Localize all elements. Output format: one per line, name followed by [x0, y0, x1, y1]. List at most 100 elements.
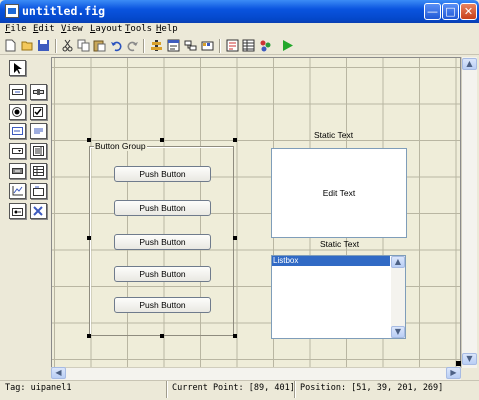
selection-handle[interactable] [233, 334, 237, 338]
undo-icon[interactable] [110, 39, 123, 52]
listbox-selected-item[interactable]: Listbox [272, 256, 390, 266]
menu-edit[interactable]: Edit [33, 24, 55, 34]
copy-icon[interactable] [77, 39, 90, 52]
menu-help[interactable]: Help [156, 24, 178, 34]
close-button[interactable]: ✕ [460, 3, 477, 20]
axes-tool-icon [12, 186, 23, 196]
redo-icon[interactable] [126, 39, 139, 52]
selection-handle[interactable] [87, 236, 91, 240]
push-button-5[interactable]: Push Button [114, 297, 211, 313]
chevron-up-icon: ▲ [466, 59, 473, 68]
popup-menu-tool-icon [12, 146, 23, 156]
tab-order-icon[interactable] [184, 39, 197, 52]
push-button-2[interactable]: Push Button [114, 200, 211, 216]
button-group-title: Button Group [94, 141, 147, 151]
push-button-1[interactable]: Push Button [114, 166, 211, 182]
canvas-resize-handle[interactable] [456, 361, 461, 366]
toolbar-separator [219, 39, 221, 53]
m-file-editor-icon[interactable] [226, 39, 239, 52]
static-text-1[interactable]: Static Text [314, 130, 353, 140]
vertical-scrollbar[interactable] [461, 57, 477, 368]
edit-text-tool-icon [12, 126, 23, 136]
menu-file[interactable]: File [5, 24, 27, 34]
activex-control-tool[interactable] [30, 203, 47, 219]
selection-handle[interactable] [233, 138, 237, 142]
window-title: untitled.fig [22, 4, 106, 18]
edit-text-tool[interactable] [9, 123, 26, 139]
menu-view[interactable]: View [61, 24, 83, 34]
axes-tool[interactable] [9, 183, 26, 199]
button-group-tool[interactable] [9, 203, 26, 219]
checkbox-tool[interactable] [30, 104, 47, 120]
open-folder-icon[interactable] [21, 39, 34, 52]
listbox-scroll-up-button[interactable]: ▲ [391, 256, 405, 268]
listbox[interactable] [271, 255, 406, 339]
selection-handle[interactable] [160, 334, 164, 338]
panel-tool[interactable] [30, 183, 47, 199]
close-icon: ✕ [463, 5, 474, 18]
scroll-left-button[interactable]: ◀ [51, 367, 66, 379]
static-text-tool[interactable] [30, 123, 47, 139]
chevron-down-icon: ▼ [394, 327, 402, 336]
minimize-icon: — [427, 5, 438, 18]
listbox-tool[interactable] [30, 143, 47, 159]
app-icon [5, 4, 19, 18]
edit-text-box[interactable]: Edit Text [271, 148, 407, 238]
selection-handle[interactable] [233, 236, 237, 240]
table-tool[interactable] [30, 163, 47, 179]
status-tag: Tag: uipanel1 [5, 383, 72, 393]
toolbar-separator [143, 39, 145, 53]
panel-tool-icon [33, 186, 44, 196]
select-pointer-tool[interactable] [9, 60, 26, 76]
status-position: Position: [51, 39, 201, 269] [300, 383, 444, 393]
selection-handle[interactable] [160, 138, 164, 142]
push-button-tool-icon [12, 87, 23, 97]
scroll-down-button[interactable]: ▼ [462, 353, 477, 365]
toolbar-separator [55, 39, 57, 53]
selection-handle[interactable] [87, 138, 91, 142]
selection-handle[interactable] [87, 334, 91, 338]
scroll-right-button[interactable]: ▶ [446, 367, 461, 379]
status-divider [294, 381, 296, 398]
maximize-button[interactable]: □ [442, 3, 459, 20]
chevron-up-icon: ▲ [394, 257, 402, 266]
slider-tool-icon [33, 87, 44, 97]
listbox-scroll-down-button[interactable]: ▼ [391, 326, 405, 338]
static-text-2[interactable]: Static Text [320, 239, 359, 249]
push-button-3[interactable]: Push Button [114, 234, 211, 250]
toggle-button-tool[interactable] [9, 163, 26, 179]
paste-icon[interactable] [93, 39, 106, 52]
align-objects-icon[interactable] [150, 39, 163, 52]
radio-button-tool-icon [12, 107, 23, 117]
toolbar-editor-icon[interactable] [201, 39, 214, 52]
maximize-icon: □ [445, 5, 456, 18]
select-pointer-icon [12, 63, 23, 74]
menu-layout[interactable]: Layout [90, 24, 123, 34]
new-file-icon[interactable] [4, 39, 17, 52]
popup-menu-tool[interactable] [9, 143, 26, 159]
run-figure-icon[interactable] [281, 39, 294, 52]
menu-tools[interactable]: Tools [125, 24, 152, 34]
button-group-tool-icon [12, 206, 23, 216]
radio-button-tool[interactable] [9, 104, 26, 120]
status-current-point: Current Point: [89, 401] [172, 383, 295, 393]
push-button-tool[interactable] [9, 84, 26, 100]
status-divider [166, 381, 168, 398]
minimize-button[interactable]: — [424, 3, 441, 20]
scroll-up-button[interactable]: ▲ [462, 58, 477, 70]
activex-control-tool-icon [33, 206, 44, 216]
property-inspector-icon[interactable] [242, 39, 255, 52]
menu-editor-icon[interactable] [167, 39, 180, 52]
horizontal-scrollbar[interactable] [51, 367, 461, 380]
cut-icon[interactable] [61, 39, 74, 52]
static-text-tool-icon [33, 126, 44, 136]
chevron-right-icon: ▶ [450, 368, 457, 377]
push-button-4[interactable]: Push Button [114, 266, 211, 282]
checkbox-tool-icon [33, 107, 44, 117]
object-browser-icon[interactable] [259, 39, 272, 52]
save-icon[interactable] [37, 39, 50, 52]
toggle-button-tool-icon [12, 166, 23, 176]
chevron-down-icon: ▼ [466, 354, 473, 363]
slider-tool[interactable] [30, 84, 47, 100]
listbox-tool-icon [33, 146, 44, 156]
